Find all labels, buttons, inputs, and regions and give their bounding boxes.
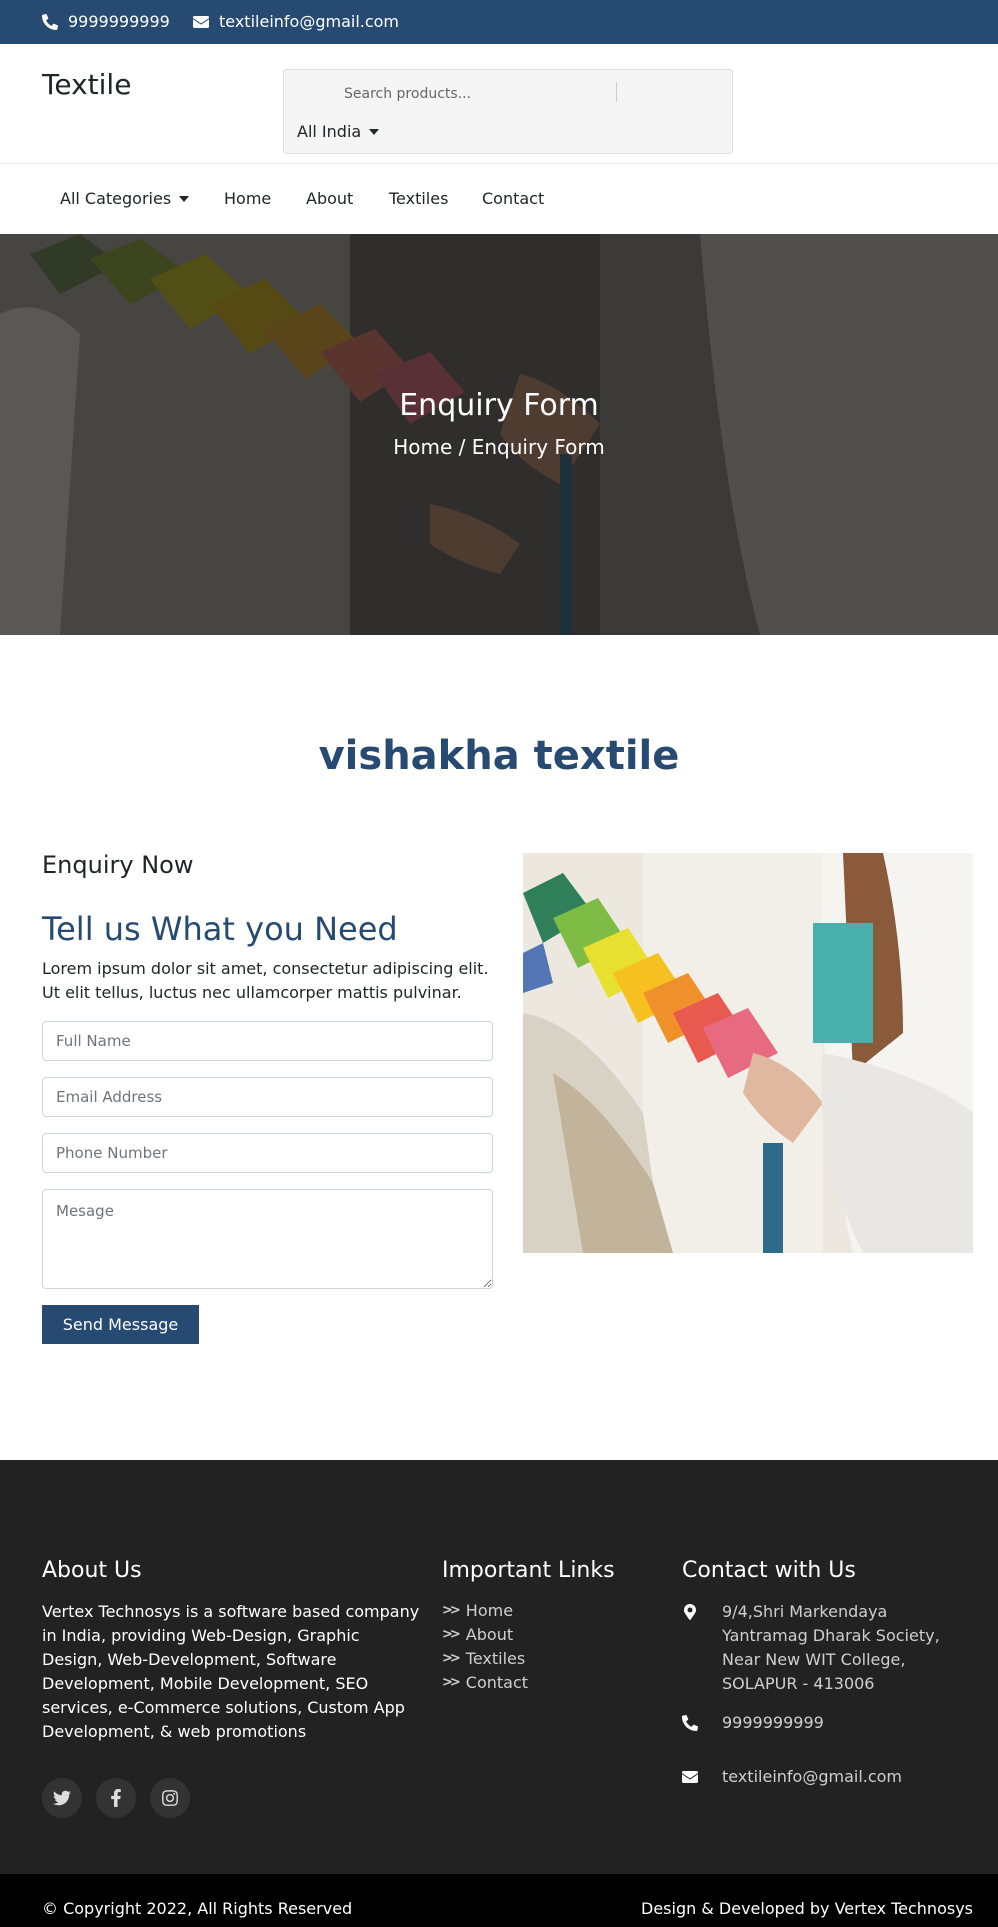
nav-all-categories-label: All Categories [60,189,172,208]
chevron-double-right-icon: >> [442,1627,461,1642]
twitter-button[interactable] [42,1778,82,1818]
topbar-email-text: textileinfo@gmail.com [219,12,400,31]
company-name: vishakha textile [318,733,680,779]
hero-title: Enquiry Form [399,388,599,423]
send-message-button[interactable]: Send Message [42,1305,199,1344]
nav-about[interactable]: About [306,189,353,208]
footer-contact-heading: Contact with Us [682,1558,856,1583]
nav-contact[interactable]: Contact [482,189,544,208]
main-nav: All Categories Home About Textiles Conta… [0,164,998,234]
footer-link-contact[interactable]: >> Contact [442,1673,528,1692]
developer-credit[interactable]: Design & Developed by Vertex Technosys [641,1899,973,1918]
facebook-button[interactable] [96,1778,136,1818]
nav-all-categories[interactable]: All Categories [60,189,190,208]
phone-icon [42,13,58,30]
enquiry-label: Enquiry Now [42,851,194,879]
footer-email[interactable]: textileinfo@gmail.com [682,1765,902,1786]
search-box: All India [283,69,733,154]
footer-email-text: textileinfo@gmail.com [722,1767,903,1786]
phone-icon [682,1715,698,1731]
envelope-icon [193,15,209,28]
facebook-icon [111,1789,121,1807]
enquiry-title: Tell us What you Need [42,910,398,948]
top-bar: 9999999999 textileinfo@gmail.com [0,0,998,44]
enquiry-description: Lorem ipsum dolor sit amet, consectetur … [42,959,489,1002]
phone-field[interactable] [42,1133,493,1173]
location-dropdown[interactable]: All India [297,122,380,141]
footer-link-label: Contact [465,1673,529,1692]
topbar-email[interactable]: textileinfo@gmail.com [193,12,399,31]
envelope-icon [682,1771,698,1783]
topbar-phone-text: 9999999999 [68,12,170,31]
topbar-phone[interactable]: 9999999999 [42,12,170,31]
footer-link-textiles[interactable]: >> Textiles [442,1649,525,1668]
footer-link-home[interactable]: >> Home [442,1601,513,1620]
caret-down-icon [369,128,380,135]
footer-phone[interactable]: 9999999999 [682,1711,824,1732]
twitter-icon [53,1790,71,1806]
search-divider [616,82,617,102]
footer-address-text: 9/4,Shri Markendaya Yantramag Dharak Soc… [722,1602,940,1693]
footer-about-text: Vertex Technosys is a software based com… [42,1602,420,1741]
instagram-icon [162,1790,178,1806]
footer-link-label: Textiles [465,1649,526,1668]
breadcrumb[interactable]: Home / Enquiry Form [0,435,998,459]
footer-phone-text: 9999999999 [722,1713,824,1732]
instagram-button[interactable] [150,1778,190,1818]
search-input[interactable] [344,80,604,108]
fabric-samples-illustration [523,853,973,1253]
footer-about-heading: About Us [42,1558,142,1583]
nav-home[interactable]: Home [224,189,271,208]
hero-banner: Enquiry Form Home / Enquiry Form [0,234,998,635]
fabric-samples-image [523,853,973,1253]
site-header: Textile All India [0,44,998,164]
chevron-double-right-icon: >> [442,1651,461,1666]
message-field[interactable] [42,1189,493,1289]
copyright-text: © Copyright 2022, All Rights Reserved [42,1899,353,1918]
full-name-field[interactable] [42,1021,493,1061]
location-label: All India [297,122,362,141]
email-field[interactable] [42,1077,493,1117]
site-logo[interactable]: Textile [42,68,131,101]
footer-link-about[interactable]: >> About [442,1625,513,1644]
footer-link-label: Home [465,1601,514,1620]
nav-textiles[interactable]: Textiles [389,189,448,208]
bottom-bar: © Copyright 2022, All Rights Reserved De… [0,1874,998,1927]
site-footer: About Us Vertex Technosys is a software … [0,1460,998,1874]
chevron-double-right-icon: >> [442,1675,461,1690]
footer-links-heading: Important Links [442,1558,615,1583]
caret-down-icon [179,195,190,202]
footer-link-label: About [465,1625,514,1644]
map-marker-icon [684,1604,696,1620]
chevron-double-right-icon: >> [442,1603,461,1618]
footer-address: 9/4,Shri Markendaya Yantramag Dharak Soc… [682,1600,940,1693]
